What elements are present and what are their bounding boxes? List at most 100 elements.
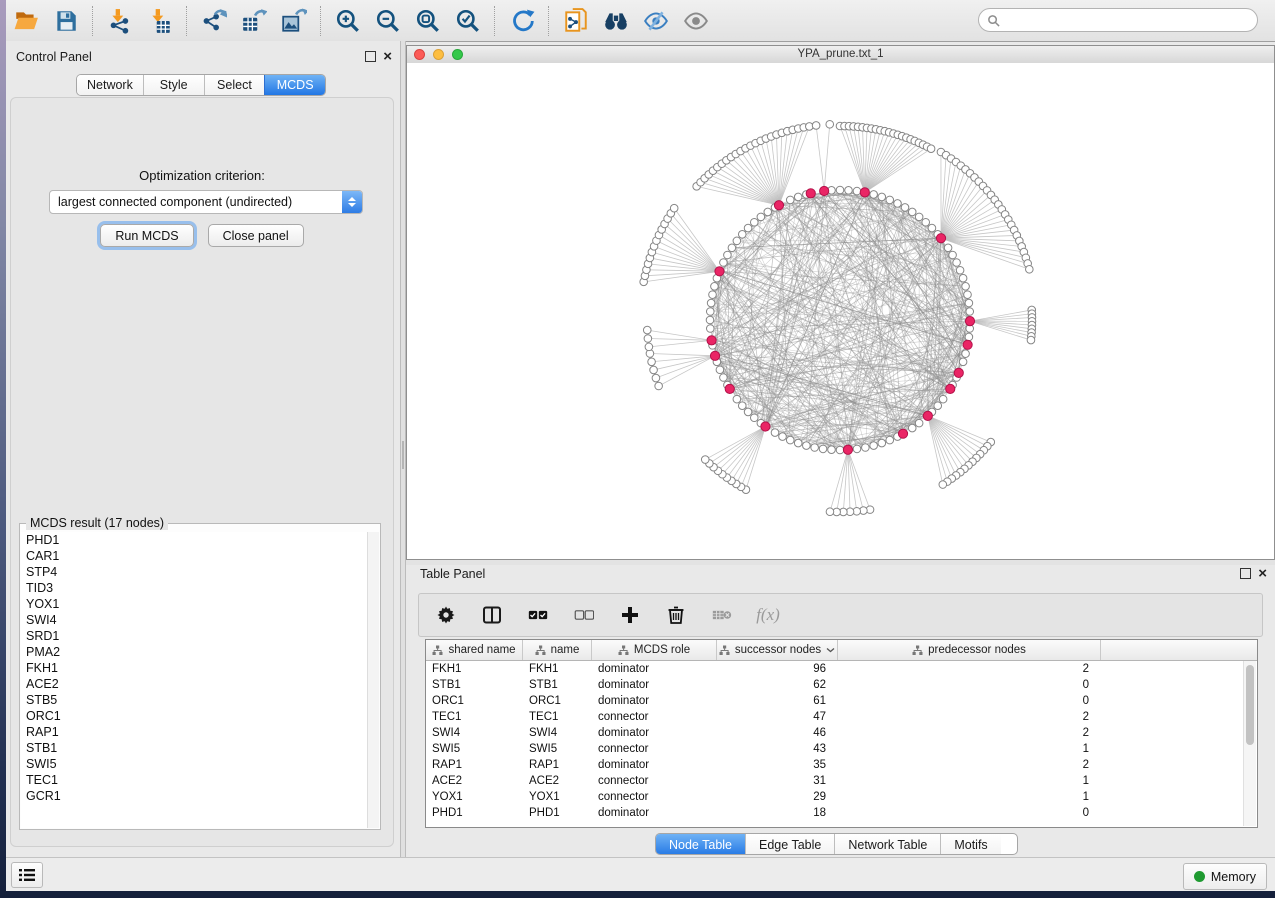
hide-selected-eye-slash-icon[interactable] (636, 3, 676, 39)
delete-table-icon[interactable] (709, 602, 735, 628)
mcds-node[interactable] (761, 422, 770, 431)
mcds-node[interactable] (936, 234, 945, 243)
mcds-result-item[interactable]: PMA2 (21, 644, 368, 660)
tab-style[interactable]: Style (143, 75, 204, 95)
table-row[interactable]: STB1STB1dominator620 (426, 677, 1257, 693)
mcds-result-item[interactable]: SRD1 (21, 628, 368, 644)
mcds-result-item[interactable]: PHD1 (21, 532, 368, 548)
mcds-result-list[interactable]: PHD1CAR1STP4TID3YOX1SWI4SRD1PMA2FKH1ACE2… (21, 532, 368, 828)
mcds-result-item[interactable]: CAR1 (21, 548, 368, 564)
mcds-result-item[interactable]: ACE2 (21, 676, 368, 692)
network-canvas[interactable] (407, 63, 1274, 559)
memory-button[interactable]: Memory (1183, 863, 1267, 890)
mcds-node[interactable] (843, 445, 852, 454)
tab-mcds[interactable]: MCDS (264, 75, 325, 95)
table-row[interactable]: YOX1YOX1connector291 (426, 789, 1257, 805)
mcds-node[interactable] (860, 188, 869, 197)
tab-node-table[interactable]: Node Table (656, 834, 745, 855)
show-all-eye-icon[interactable] (676, 3, 716, 39)
close-panel-icon[interactable]: × (383, 52, 392, 62)
mcds-result-item[interactable]: ORC1 (21, 708, 368, 724)
mcds-node[interactable] (715, 267, 724, 276)
mcds-result-item[interactable]: STB5 (21, 692, 368, 708)
close-table-panel-icon[interactable]: × (1258, 569, 1267, 579)
save-session-icon[interactable] (46, 3, 86, 39)
close-panel-button[interactable]: Close panel (208, 224, 304, 247)
mcds-result-item[interactable]: TID3 (21, 580, 368, 596)
mcds-result-item[interactable]: STB1 (21, 740, 368, 756)
network-search-field[interactable] (978, 8, 1258, 32)
export-table-icon[interactable] (234, 3, 274, 39)
mcds-node[interactable] (820, 186, 829, 195)
create-column-icon[interactable] (617, 602, 643, 628)
mcds-list-scrollbar[interactable] (367, 532, 379, 828)
mcds-node[interactable] (965, 317, 974, 326)
column-header-MCDS-role[interactable]: MCDS role (592, 640, 717, 660)
column-header-name[interactable]: name (523, 640, 592, 660)
column-header-predecessor-nodes[interactable]: predecessor nodes (838, 640, 1101, 660)
zoom-fit-icon[interactable] (408, 3, 448, 39)
mcds-tab-content: Optimization criterion: largest connecte… (10, 97, 394, 847)
mcds-node[interactable] (954, 368, 963, 377)
mcds-node[interactable] (710, 351, 719, 360)
deselect-all-checkboxes-icon[interactable] (571, 602, 597, 628)
mcds-result-item[interactable]: YOX1 (21, 596, 368, 612)
import-table-icon[interactable] (140, 3, 180, 39)
mcds-node[interactable] (806, 189, 815, 198)
mcds-result-item[interactable]: GCR1 (21, 788, 368, 804)
table-cell: 96 (717, 661, 838, 677)
apply-layout-icon[interactable] (502, 3, 542, 39)
mcds-node[interactable] (946, 384, 955, 393)
tab-network-table[interactable]: Network Table (834, 834, 940, 855)
column-header-successor-nodes[interactable]: successor nodes (717, 640, 838, 660)
table-row[interactable]: FKH1FKH1dominator962 (426, 661, 1257, 677)
export-network-icon[interactable] (194, 3, 234, 39)
tab-select[interactable]: Select (204, 75, 265, 95)
mcds-result-item[interactable]: FKH1 (21, 660, 368, 676)
task-history-button[interactable] (11, 862, 43, 888)
mcds-node[interactable] (725, 384, 734, 393)
mcds-result-item[interactable]: SWI4 (21, 612, 368, 628)
mcds-node[interactable] (898, 429, 907, 438)
tab-edge-table[interactable]: Edge Table (745, 834, 834, 855)
tab-network[interactable]: Network (77, 75, 143, 95)
table-row[interactable]: RAP1RAP1dominator352 (426, 757, 1257, 773)
column-header-shared-name[interactable]: shared name (426, 640, 523, 660)
function-builder-icon[interactable]: f(x) (755, 602, 781, 628)
mcds-node[interactable] (923, 411, 932, 420)
optimization-criterion-select[interactable]: largest connected component (undirected) (49, 190, 363, 214)
zoom-in-icon[interactable] (328, 3, 368, 39)
mcds-result-item[interactable]: RAP1 (21, 724, 368, 740)
table-row[interactable]: PHD1PHD1dominator180 (426, 805, 1257, 821)
table-scrollbar-thumb[interactable] (1246, 665, 1254, 745)
mcds-node[interactable] (707, 336, 716, 345)
mcds-node[interactable] (774, 201, 783, 210)
run-mcds-button[interactable]: Run MCDS (100, 224, 193, 247)
float-table-panel-icon[interactable] (1240, 568, 1251, 579)
export-image-icon[interactable] (274, 3, 314, 39)
find-icon[interactable] (596, 3, 636, 39)
mcds-result-item[interactable]: TEC1 (21, 772, 368, 788)
table-settings-icon[interactable] (433, 602, 459, 628)
import-network-icon[interactable] (100, 3, 140, 39)
delete-columns-icon[interactable] (663, 602, 689, 628)
mcds-result-item[interactable]: STP4 (21, 564, 368, 580)
float-panel-icon[interactable] (365, 51, 376, 62)
select-all-checkboxes-icon[interactable] (525, 602, 551, 628)
new-network-from-selection-icon[interactable] (556, 3, 596, 39)
table-row[interactable]: TEC1TEC1connector472 (426, 709, 1257, 725)
mcds-node[interactable] (963, 340, 972, 349)
zoom-selected-icon[interactable] (448, 3, 488, 39)
table-row[interactable]: SWI5SWI5connector431 (426, 741, 1257, 757)
tab-motifs[interactable]: Motifs (940, 834, 1000, 855)
table-row[interactable]: ACE2ACE2connector311 (426, 773, 1257, 789)
mcds-result-item[interactable]: SWI5 (21, 756, 368, 772)
show-columns-icon[interactable] (479, 602, 505, 628)
zoom-out-icon[interactable] (368, 3, 408, 39)
search-input[interactable] (1004, 12, 1257, 28)
table-scrollbar[interactable] (1243, 661, 1256, 826)
open-file-icon[interactable] (6, 3, 46, 39)
table-row[interactable]: SWI4SWI4dominator462 (426, 725, 1257, 741)
table-row[interactable]: ORC1ORC1dominator610 (426, 693, 1257, 709)
network-window-titlebar[interactable]: YPA_prune.txt_1 (407, 46, 1274, 64)
